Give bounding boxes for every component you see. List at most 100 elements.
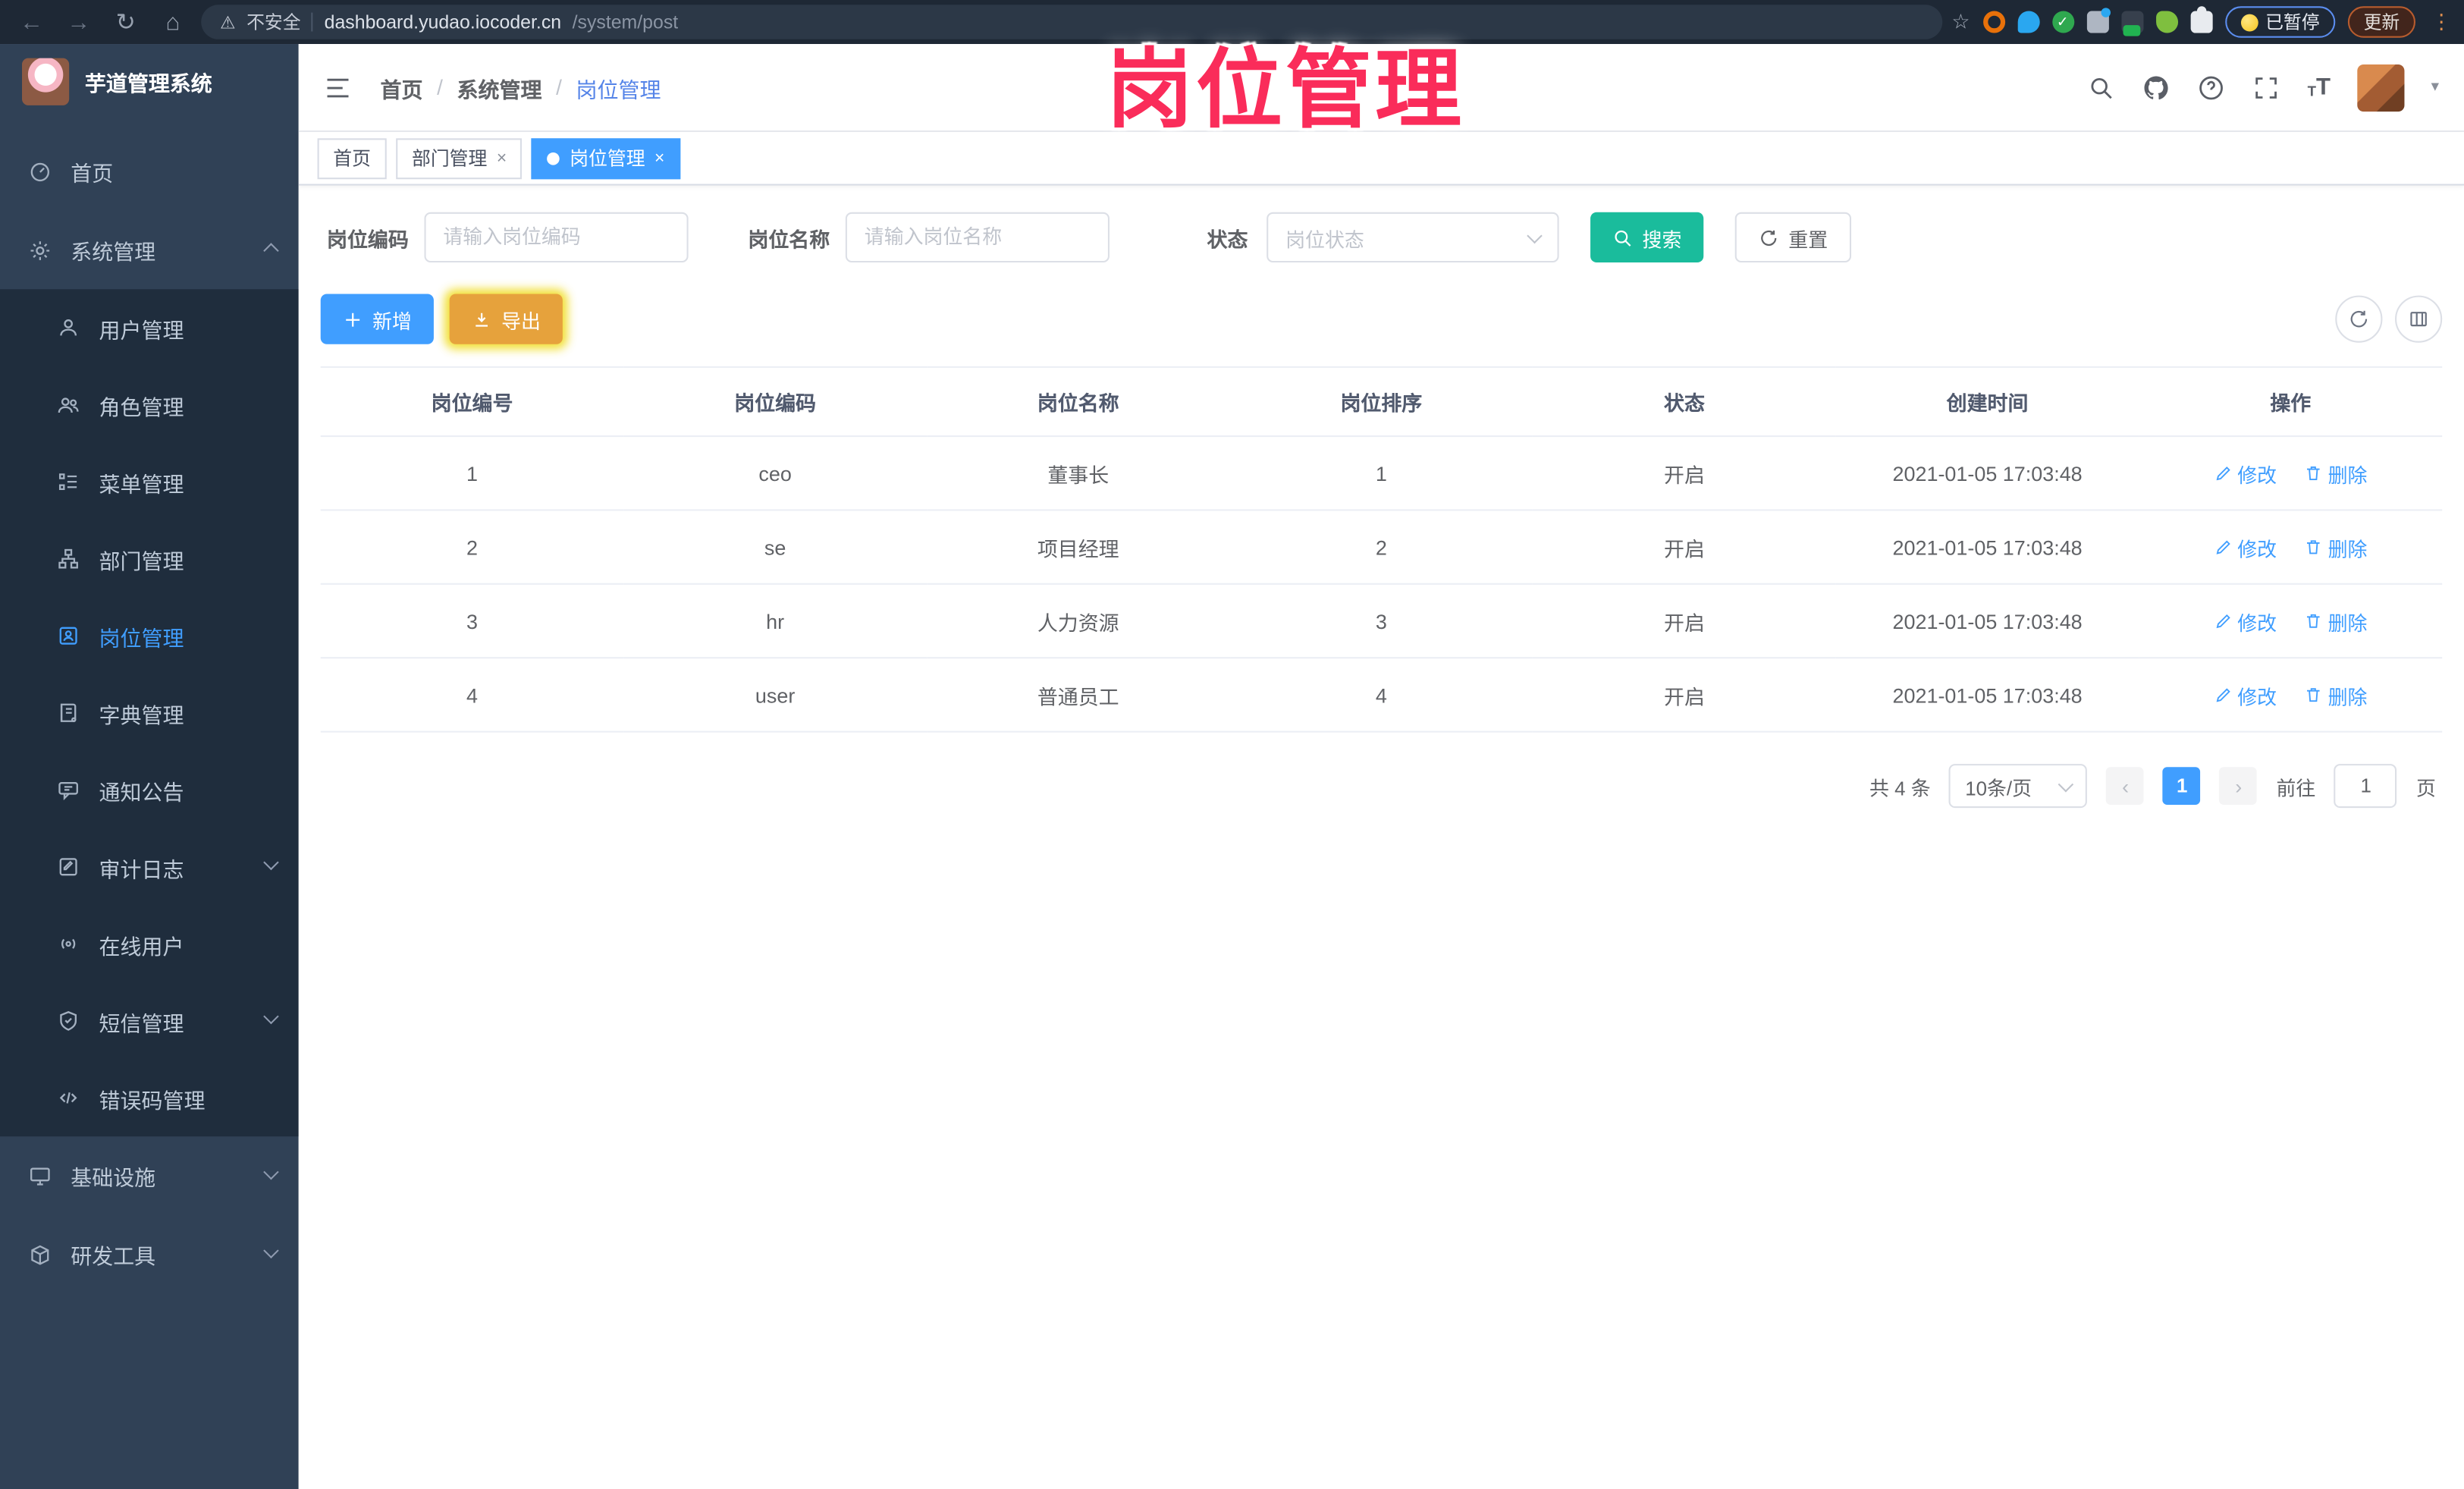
column-settings-button[interactable] [2395,295,2443,343]
extension-orange-icon[interactable] [1982,11,2005,33]
extensions-puzzle-icon[interactable] [2189,6,2212,33]
paused-label: 已暂停 [2265,14,2320,33]
filter-form: 岗位编码 岗位名称 状态 岗位状态 搜索 [321,212,2442,263]
close-icon[interactable]: × [654,149,664,168]
status-text: 开启 [1533,436,1836,511]
users-icon [58,397,79,413]
add-button[interactable]: 新增 [320,294,434,344]
tab-post[interactable]: 岗位管理 × [532,137,681,179]
edit-link[interactable]: 修改 [2214,458,2277,488]
fullscreen-icon[interactable] [2252,73,2280,101]
filter-status-select[interactable]: 岗位状态 [1267,212,1559,263]
col-post-name: 岗位名称 [926,366,1230,438]
refresh-table-button[interactable] [2335,295,2383,343]
caret-down-icon[interactable]: ▾ [2431,79,2439,96]
breadcrumb-separator: / [556,75,562,99]
browser-menu-icon[interactable]: ⋮ [2431,9,2452,34]
extension-check-icon[interactable]: ✓ [2051,11,2074,33]
goto-page-input[interactable] [2334,764,2398,809]
delete-link[interactable]: 删除 [2305,606,2367,636]
edit-icon [2215,540,2230,554]
extension-pin-icon[interactable] [2017,11,2039,33]
col-post-code: 岗位编码 [623,366,927,438]
trash-icon [2307,540,2321,554]
tab-home[interactable]: 首页 [317,137,387,179]
filter-name-label: 岗位名称 [748,227,830,251]
url-separator [312,12,314,32]
dashboard-icon [30,162,50,181]
delete-link[interactable]: 删除 [2305,680,2367,709]
sidebar-item-error-code[interactable]: 错误码管理 [0,1060,299,1137]
sidebar-item-user-management[interactable]: 用户管理 [0,289,299,366]
extension-green-icon[interactable] [2155,11,2178,33]
sidebar-item-menu-management[interactable]: 菜单管理 [0,443,299,520]
address-bar[interactable]: ⚠ 不安全 dashboard.yudao.iocoder.cn /system… [201,5,1942,39]
next-page-button[interactable]: › [2219,767,2258,805]
delete-link[interactable]: 删除 [2305,532,2367,561]
app-logo[interactable]: 芋道管理系统 [0,44,299,119]
tab-dept[interactable]: 部门管理 × [396,137,523,179]
hamburger-icon[interactable] [324,73,352,101]
bookmark-star-icon[interactable]: ☆ [1951,9,1970,34]
user-icon [60,319,77,336]
font-size-icon[interactable]: TT [2308,75,2331,99]
emoji-face-icon [2240,13,2258,31]
edit-icon [2215,688,2230,702]
extension-note-icon[interactable] [2120,11,2143,36]
sidebar-item-sms[interactable]: 短信管理 [0,982,299,1060]
search-button[interactable]: 搜索 [1590,212,1704,263]
sidebar-item-notice[interactable]: 通知公告 [0,752,299,829]
paused-badge[interactable]: 已暂停 [2224,6,2336,38]
browser-reload-button[interactable]: ↻ [107,5,145,39]
sidebar-item-online-users[interactable]: 在线用户 [0,906,299,983]
delete-link[interactable]: 删除 [2305,458,2367,488]
edit-link[interactable]: 修改 [2214,606,2277,636]
infrastructure-icon [30,1167,50,1185]
browser-home-button[interactable]: ⌂ [154,5,192,39]
breadcrumb-home[interactable]: 首页 [380,71,422,102]
sidebar-item-home[interactable]: 首页 [0,132,299,211]
update-button[interactable]: 更新 [2347,6,2415,38]
avatar[interactable] [2357,63,2405,112]
sidebar-item-dict-management[interactable]: 字典管理 [0,674,299,752]
browser-chrome: ← → ↻ ⌂ ⚠ 不安全 dashboard.yudao.iocoder.cn… [0,0,2464,45]
trash-icon [2307,688,2321,702]
sidebar-item-dept-management[interactable]: 部门管理 [0,520,299,598]
breadcrumb-system[interactable]: 系统管理 [457,71,542,102]
chevron-down-icon [263,1008,279,1025]
sidebar-item-infrastructure[interactable]: 基础设施 [0,1136,299,1215]
chevron-up-icon [263,242,279,258]
security-warning-icon: ⚠ [220,13,236,33]
pagination: 共 4 条 10条/页 ‹ 1 › 前往 页 [321,764,2442,809]
page-number-1[interactable]: 1 [2163,767,2202,805]
gear-icon [30,240,50,259]
sidebar-item-devtools[interactable]: 研发工具 [0,1215,299,1294]
table-settings [2335,295,2443,343]
prev-page-button[interactable]: ‹ [2106,767,2145,805]
post-table: 岗位编号 岗位编码 岗位名称 岗位排序 状态 创建时间 操作 1 ceo 董事长… [320,366,2443,733]
main-area: 首页 / 系统管理 / 岗位管理 TT ▾ 首页 部门管理 × 岗位管理 × 岗… [298,44,2464,1489]
menu-list-icon [58,473,77,491]
browser-forward-button[interactable]: → [60,5,98,39]
columns-icon [2410,312,2427,327]
github-icon[interactable] [2142,73,2171,101]
sidebar-item-post-management[interactable]: 岗位管理 [0,597,299,674]
sidebar-item-role-management[interactable]: 角色管理 [0,366,299,444]
filter-code-input[interactable] [424,212,689,263]
browser-back-button[interactable]: ← [13,5,51,39]
sidebar-item-system[interactable]: 系统管理 [0,211,299,290]
help-icon[interactable] [2198,73,2226,101]
export-button[interactable]: 导出 [449,294,563,344]
sidebar-item-audit-log[interactable]: 审计日志 [0,828,299,906]
edit-link[interactable]: 修改 [2214,532,2277,561]
error-code-icon [59,1092,77,1104]
page-size-select[interactable]: 10条/页 [1949,764,2088,809]
close-icon[interactable]: × [497,149,507,168]
extension-gray-icon[interactable] [2086,8,2110,33]
update-label: 更新 [2363,14,2400,33]
reset-button[interactable]: 重置 [1734,212,1852,263]
edit-link[interactable]: 修改 [2214,680,2277,709]
filter-status-label: 状态 [1207,227,1248,251]
filter-name-input[interactable] [845,212,1110,263]
search-icon[interactable] [2087,73,2115,101]
